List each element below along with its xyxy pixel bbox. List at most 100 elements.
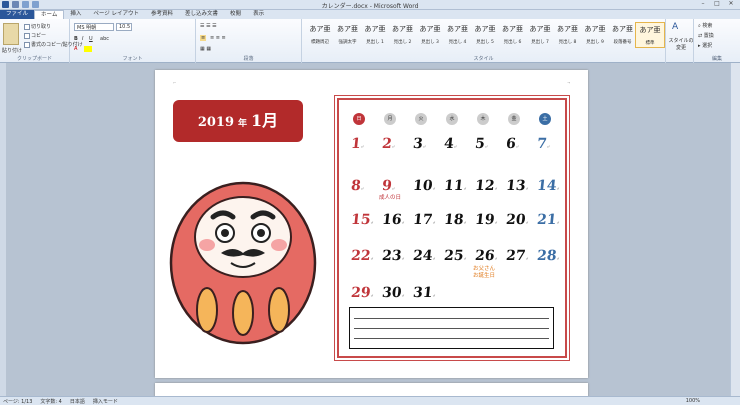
calendar-day: 20↵ xyxy=(505,212,530,228)
style-item[interactable]: あア亜 見出し 9 xyxy=(580,22,610,48)
style-item[interactable]: あア亜 見出し 3 xyxy=(415,22,445,48)
select-button[interactable]: ▸ 選択 xyxy=(698,42,712,49)
paragraph-mark-icon: ↵ xyxy=(400,220,405,225)
paragraph-mark-icon: ↵ xyxy=(493,220,498,225)
style-item[interactable]: あア亜 見出し 5 xyxy=(470,22,500,48)
find-button[interactable]: ⌕ 検索 xyxy=(698,22,712,29)
style-item[interactable]: あア亜 見出し 7 xyxy=(525,22,555,48)
tab-mailings[interactable]: 差し込み文書 xyxy=(179,10,224,19)
style-item[interactable]: あア亜 段落番号 xyxy=(608,22,638,48)
memo-box[interactable] xyxy=(349,307,554,349)
zoom-level[interactable]: 100% xyxy=(686,398,700,404)
italic-button[interactable]: I xyxy=(82,36,83,42)
insert-mode[interactable]: 挿入モード xyxy=(93,398,118,405)
day-number: 15 xyxy=(350,212,372,228)
styles-group: スタイル あア亜 標題周辺 あア亜 強調太字 あア亜 見出し 1 あア亜 見出し 2 あア亜 見出… xyxy=(302,19,666,63)
highlight-button[interactable] xyxy=(84,46,92,52)
paragraph-mark-icon: ↵ xyxy=(391,186,396,191)
align-left-button[interactable]: ≡ xyxy=(200,35,207,41)
font-size-box[interactable]: 10.5 xyxy=(116,23,132,31)
style-item[interactable]: あア亜 見出し 8 xyxy=(553,22,583,48)
memo-line xyxy=(354,338,549,339)
paste-icon[interactable] xyxy=(3,23,19,45)
ribbon: 貼り付け 切り取り コピー 書式のコピー/貼り付け クリップボード MS 明朝 … xyxy=(0,19,740,63)
binoculars-icon: ⌕ xyxy=(698,23,701,29)
style-item[interactable]: あア亜 強調太字 xyxy=(333,22,363,48)
align-center-button[interactable]: ≡ ≡ ≡ xyxy=(210,35,226,41)
style-preview: あア亜 xyxy=(364,25,386,33)
copy-button[interactable]: コピー xyxy=(24,32,46,39)
style-item[interactable]: あア亜 標準 xyxy=(635,22,665,48)
calendar-day: 21↵ xyxy=(536,212,561,228)
weekday-label: 水 xyxy=(446,113,458,125)
paragraph-mark-icon: ↵ xyxy=(484,144,489,149)
calendar-day: 3↵ xyxy=(412,136,427,152)
cut-button[interactable]: 切り取り xyxy=(24,23,51,30)
style-item[interactable]: あア亜見出し 2 xyxy=(388,22,418,48)
editing-label: 編集 xyxy=(711,56,722,62)
replace-button[interactable]: ⇄ 置換 xyxy=(698,32,714,39)
font-name-box[interactable]: MS 明朝 xyxy=(74,23,114,31)
font-label: フォント xyxy=(122,56,143,62)
crop-mark: ⌐ xyxy=(173,80,177,85)
weekday-label: 木 xyxy=(477,113,489,125)
shading-button[interactable]: ▦ ▦ xyxy=(200,46,211,52)
calendar-day: 10↵ xyxy=(412,178,437,194)
style-preview: あア亜 xyxy=(612,25,633,33)
vertical-ruler xyxy=(0,63,6,396)
close-button[interactable]: ✕ xyxy=(725,0,737,8)
change-styles-button[interactable]: スタイルの変更 xyxy=(668,37,694,51)
paragraph-mark-icon: ↵ xyxy=(431,186,436,191)
style-item[interactable]: あア亜 見出し 4 xyxy=(443,22,473,48)
tab-page-layout[interactable]: ページ レイアウト xyxy=(87,10,145,19)
day-number: 21 xyxy=(536,212,558,228)
paragraph-mark-icon: ↵ xyxy=(369,220,374,225)
minimize-button[interactable]: – xyxy=(697,0,709,8)
tab-review[interactable]: 校閲 xyxy=(224,10,247,19)
style-preview: あア亜 xyxy=(419,25,441,33)
style-name: 見出し 2 xyxy=(393,40,412,45)
style-preview: あア亜 xyxy=(392,25,413,33)
change-styles-group: A スタイルの変更 xyxy=(666,19,694,63)
tab-insert[interactable]: 挿入 xyxy=(64,10,87,19)
bold-button[interactable]: B xyxy=(74,36,78,42)
paragraph-mark-icon: ↵ xyxy=(555,186,560,191)
underline-button[interactable]: U xyxy=(89,36,93,42)
bullets-button[interactable]: ☰ ☰ ☰ xyxy=(200,23,217,29)
day-number: 31 xyxy=(412,285,434,301)
paragraph-mark-icon: ↵ xyxy=(524,220,529,225)
paragraph-mark-icon: ↵ xyxy=(555,220,560,225)
page-count[interactable]: ページ: 1/13 xyxy=(3,398,32,405)
tab-home[interactable]: ホーム xyxy=(34,10,65,19)
status-bar: ページ: 1/13 文字数: 4 日本語 挿入モード 100% xyxy=(0,396,740,405)
paragraph-group: ☰ ☰ ☰ ≡ ≡ ≡ ≡ ▦ ▦ 段落 xyxy=(196,19,302,63)
change-styles-icon[interactable]: A xyxy=(672,22,678,32)
word-count[interactable]: 文字数: 4 xyxy=(40,398,61,405)
weekday-label: 金 xyxy=(508,113,520,125)
calendar-day: 24↵ xyxy=(412,248,437,264)
vertical-scrollbar[interactable] xyxy=(730,63,740,396)
title-bar: カレンダー.docx - Microsoft Word – □ ✕ xyxy=(0,0,740,10)
calendar-day: 12↵ xyxy=(474,178,499,194)
style-item[interactable]: あア亜 標題周辺 xyxy=(305,22,335,48)
day-number: 27 xyxy=(505,248,527,264)
tab-file[interactable]: ファイル xyxy=(0,10,35,19)
paragraph-mark-icon: ↵ xyxy=(422,144,427,149)
tab-references[interactable]: 参考資料 xyxy=(145,10,179,19)
tab-view[interactable]: 表示 xyxy=(247,10,270,19)
calendar-day: 7↵ xyxy=(536,136,551,152)
style-item[interactable]: あア亜 見出し 1 xyxy=(360,22,390,48)
paste-button[interactable]: 貼り付け xyxy=(2,47,22,54)
day-number: 16 xyxy=(381,212,403,228)
font-color-button[interactable]: A xyxy=(74,46,77,52)
style-item[interactable]: あア亜 見出し 6 xyxy=(498,22,528,48)
day-number: 12 xyxy=(474,178,496,194)
holiday-note: 成人の日 xyxy=(379,195,402,201)
style-preview: あア亜 xyxy=(447,25,468,33)
day-number: 10 xyxy=(412,178,434,194)
replace-icon: ⇄ xyxy=(698,33,703,39)
strikethrough-button[interactable]: abc xyxy=(100,36,109,42)
font-group: MS 明朝 10.5 B I U abc A フォント xyxy=(70,19,196,63)
maximize-button[interactable]: □ xyxy=(711,0,723,8)
language-indicator[interactable]: 日本語 xyxy=(70,398,85,405)
